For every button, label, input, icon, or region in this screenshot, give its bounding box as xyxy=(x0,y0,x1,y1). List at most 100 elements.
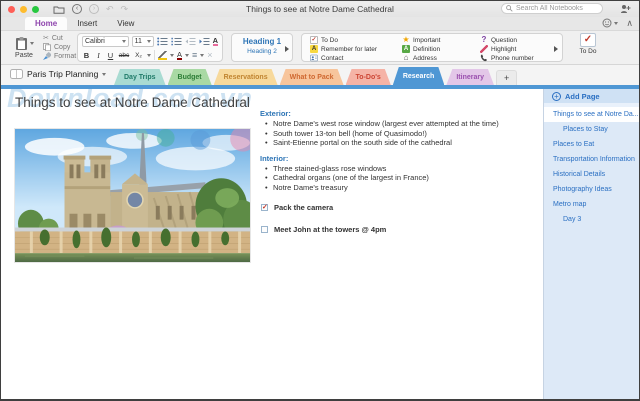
highlight-caret[interactable] xyxy=(170,54,174,57)
page-item[interactable]: Transportation Information xyxy=(544,152,639,167)
search-box[interactable] xyxy=(501,3,603,14)
clear-formatting-icon[interactable]: A xyxy=(213,37,218,46)
section-tab-research-active[interactable]: Research xyxy=(393,67,445,85)
page-list-sidebar: + Add Page Things to see at Notre Da... … xyxy=(543,89,639,399)
minimize-window-button[interactable] xyxy=(20,6,27,13)
styles-more-arrow[interactable] xyxy=(285,46,289,52)
italic-button[interactable]: I xyxy=(94,51,103,60)
section-tab-what-to-pack[interactable]: What to Pack xyxy=(280,69,344,85)
section-tab-budget[interactable]: Budget xyxy=(168,69,212,85)
font-name-select[interactable]: Calibri xyxy=(82,36,129,47)
share-people-icon[interactable] xyxy=(620,4,631,14)
paste-button[interactable]: Paste xyxy=(9,33,39,62)
font-color-icon[interactable]: A xyxy=(177,51,182,60)
notebooks-folder-icon[interactable] xyxy=(53,5,65,14)
font-name-value: Calibri xyxy=(85,38,105,45)
paste-dropdown-caret[interactable] xyxy=(30,42,34,45)
tab-home[interactable]: Home xyxy=(25,17,67,30)
page-item[interactable]: Historical Details xyxy=(544,167,639,182)
undo-icon[interactable]: ↶ xyxy=(106,4,114,14)
tag-highlight[interactable]: Highlight xyxy=(480,45,534,53)
add-page-label: Add Page xyxy=(565,92,600,101)
tag-important[interactable]: ★ Important xyxy=(402,36,440,44)
checkbox-unchecked[interactable] xyxy=(261,226,268,233)
page-item[interactable]: Places to Eat xyxy=(544,137,639,152)
note-content[interactable]: Exterior: Notre Dame's west rose window … xyxy=(260,109,504,234)
tag-contact[interactable]: Contact xyxy=(310,54,377,62)
bold-button[interactable]: B xyxy=(82,51,91,60)
subscript-button[interactable]: X₂ xyxy=(133,52,144,59)
tag-label: Highlight xyxy=(491,46,516,53)
page-item[interactable]: Metro map xyxy=(544,197,639,212)
tag-label: Remember for later xyxy=(321,46,377,53)
section-tab-reservations[interactable]: Reservations xyxy=(214,69,278,85)
checkbox-checked[interactable]: ✓ xyxy=(261,204,268,211)
delete-icon[interactable]: × xyxy=(207,50,212,60)
section-tab-todos[interactable]: To-Do's xyxy=(346,69,391,85)
style-heading1[interactable]: Heading 1 xyxy=(232,37,292,46)
copy-icon xyxy=(43,43,51,51)
bullet-list-icon[interactable] xyxy=(157,37,168,46)
page-item[interactable]: Places to Stay xyxy=(544,122,639,137)
section-tab-day-trips[interactable]: Day Trips xyxy=(114,69,166,85)
tag-address[interactable]: ⌂ Address xyxy=(402,54,440,62)
page-item-selected[interactable]: Things to see at Notre Da... xyxy=(544,107,639,122)
cut-button[interactable]: ✂ Cut xyxy=(43,34,76,42)
styles-gallery[interactable]: Heading 1 Heading 2 xyxy=(231,33,293,62)
house-icon: ⌂ xyxy=(402,54,410,62)
tab-insert[interactable]: Insert xyxy=(67,17,107,30)
tag-label: Phone number xyxy=(491,55,534,62)
font-size-select[interactable]: 11 xyxy=(132,36,154,47)
increase-indent-icon[interactable] xyxy=(199,37,210,46)
highlight-pen-icon[interactable] xyxy=(158,51,167,60)
traffic-lights xyxy=(8,6,39,13)
bullet-item: Notre Dame's treasury xyxy=(260,184,504,193)
paragraph-align-icon[interactable]: ≡ xyxy=(192,50,197,60)
todo-check-icon: ✓ xyxy=(580,33,596,47)
add-page-button[interactable]: + Add Page xyxy=(544,89,639,107)
format-button[interactable]: Format xyxy=(43,52,76,60)
cut-label: Cut xyxy=(52,35,63,42)
collapse-ribbon-icon[interactable]: ∧ xyxy=(626,18,633,28)
todo-label: Pack the camera xyxy=(274,203,333,212)
todo-tag-button[interactable]: ✓ To Do xyxy=(571,33,605,62)
zoom-window-button[interactable] xyxy=(32,6,39,13)
tag-to-do[interactable]: ✓ To Do xyxy=(310,36,377,44)
decrease-indent-icon[interactable] xyxy=(185,37,196,46)
redo-icon[interactable]: ↷ xyxy=(121,4,129,14)
section-heading-exterior: Exterior: xyxy=(260,109,504,118)
tag-phone[interactable]: Phone number xyxy=(480,54,534,62)
notebook-caret[interactable] xyxy=(102,73,106,76)
numbered-list-icon[interactable] xyxy=(171,37,182,46)
add-section-tab[interactable]: + xyxy=(496,70,517,85)
tag-definition[interactable]: A Definition xyxy=(402,45,440,53)
style-heading2[interactable]: Heading 2 xyxy=(232,48,292,55)
font-color-caret[interactable] xyxy=(185,54,189,57)
notebook-switcher[interactable]: Paris Trip Planning xyxy=(10,69,106,79)
page-item[interactable]: Photography Ideas xyxy=(544,182,639,197)
feedback-smiley-icon[interactable] xyxy=(602,18,618,28)
underline-button[interactable]: U xyxy=(106,51,115,60)
close-window-button[interactable] xyxy=(8,6,15,13)
contact-icon xyxy=(310,54,318,62)
forward-icon[interactable]: › xyxy=(89,4,99,14)
tag-label: Question xyxy=(491,37,517,44)
notre-dame-photo[interactable] xyxy=(14,128,251,263)
page-canvas[interactable]: Download.com.vn Things to see at Notre D… xyxy=(1,89,543,399)
subscript-caret[interactable] xyxy=(147,54,151,57)
search-input[interactable] xyxy=(516,5,598,12)
tags-more-arrow[interactable] xyxy=(554,46,558,52)
copy-button[interactable]: Copy xyxy=(43,43,76,51)
page-item[interactable]: Day 3 xyxy=(544,212,639,227)
back-icon[interactable]: ‹ xyxy=(72,4,82,14)
strikethrough-button[interactable]: abc xyxy=(118,52,130,59)
bullet-item: Cathedral organs (one of the largest in … xyxy=(260,174,504,183)
align-caret[interactable] xyxy=(200,54,204,57)
tab-view[interactable]: View xyxy=(107,17,144,30)
font-size-value: 11 xyxy=(135,38,142,45)
tag-question[interactable]: ? Question xyxy=(480,36,534,44)
page-title[interactable]: Things to see at Notre Dame Cathedral xyxy=(15,95,250,110)
section-tab-itinerary[interactable]: Itinerary xyxy=(446,69,494,85)
tag-remember[interactable]: A Remember for later xyxy=(310,45,377,53)
clipboard-icon xyxy=(15,36,28,51)
